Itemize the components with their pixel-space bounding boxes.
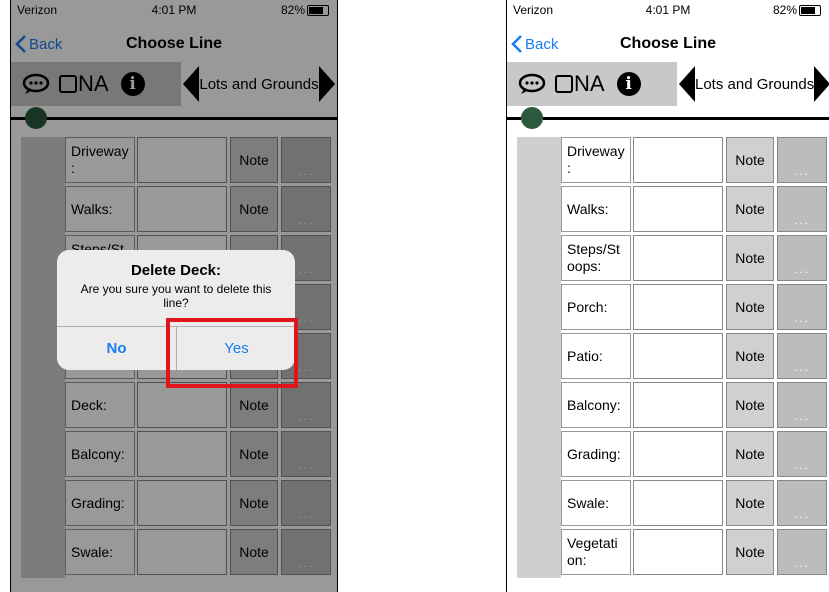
row-handle[interactable]: [517, 480, 561, 529]
note-button[interactable]: Note: [726, 529, 774, 575]
line-value-field[interactable]: [633, 382, 723, 428]
line-row: Grading: Note...: [517, 431, 829, 480]
note-button[interactable]: Note: [726, 333, 774, 379]
row-handle[interactable]: [517, 382, 561, 431]
note-button[interactable]: Note: [726, 431, 774, 477]
line-label: Porch:: [561, 284, 631, 330]
more-options-button[interactable]: ...: [777, 186, 827, 232]
line-value-field[interactable]: [633, 186, 723, 232]
progress-slider[interactable]: [507, 106, 829, 130]
more-options-button[interactable]: ...: [777, 382, 827, 428]
line-value-field[interactable]: [633, 235, 723, 281]
line-label: Driveway :: [561, 137, 631, 183]
line-row: Driveway : Note...: [517, 137, 829, 186]
line-label: Swale:: [561, 480, 631, 526]
line-value-field[interactable]: [633, 333, 723, 379]
more-label: ...: [793, 311, 810, 325]
comment-icon[interactable]: [517, 72, 547, 96]
more-label: ...: [793, 458, 810, 472]
more-label: ...: [793, 409, 810, 423]
more-options-button[interactable]: ...: [777, 137, 827, 183]
line-value-field[interactable]: [633, 431, 723, 477]
row-handle[interactable]: [517, 235, 561, 284]
line-value-field[interactable]: [633, 529, 723, 575]
no-button[interactable]: No: [57, 327, 176, 370]
more-options-button[interactable]: ...: [777, 431, 827, 477]
line-row: Porch: Note...: [517, 284, 829, 333]
line-row: Swale: Note...: [517, 480, 829, 529]
more-options-button[interactable]: ...: [777, 235, 827, 281]
more-options-button[interactable]: ...: [777, 333, 827, 379]
note-button[interactable]: Note: [726, 382, 774, 428]
more-options-button[interactable]: ...: [777, 529, 827, 575]
section-switcher: Lots and Grounds: [677, 62, 829, 106]
na-label: NA: [574, 71, 605, 96]
line-label: Balcony:: [561, 382, 631, 428]
info-icon[interactable]: i: [616, 72, 641, 96]
more-options-button[interactable]: ...: [777, 480, 827, 526]
more-label: ...: [793, 507, 810, 521]
line-label: Vegetati on:: [561, 529, 631, 575]
line-value-field[interactable]: [633, 284, 723, 330]
note-button[interactable]: Note: [726, 284, 774, 330]
row-handle[interactable]: [517, 431, 561, 480]
more-label: ...: [793, 556, 810, 570]
note-button[interactable]: Note: [726, 235, 774, 281]
page-title: Choose Line: [619, 35, 716, 52]
phone-screen-right: Verizon 4:01 PM 82% Back Choose Line NA …: [506, 0, 829, 592]
more-label: ...: [793, 164, 810, 178]
row-handle[interactable]: [517, 333, 561, 382]
line-value-field[interactable]: [633, 137, 723, 183]
battery-percent: 82%: [772, 3, 797, 17]
more-options-button[interactable]: ...: [777, 284, 827, 330]
line-row: Steps/St oops: Note...: [517, 235, 829, 284]
toolbar-actions: NA i: [507, 62, 677, 106]
note-button[interactable]: Note: [726, 480, 774, 526]
slider-track: [507, 117, 829, 120]
row-handle[interactable]: [517, 186, 561, 235]
line-row: Patio: Note...: [517, 333, 829, 382]
status-bar: Verizon 4:01 PM 82%: [507, 0, 829, 20]
note-button[interactable]: Note: [726, 186, 774, 232]
line-row: Balcony: Note...: [517, 382, 829, 431]
battery-icon: [799, 5, 821, 17]
yes-button-highlight: [166, 318, 298, 388]
battery-indicator: 82%: [773, 3, 821, 17]
line-row: Vegetati on: Note...: [517, 529, 829, 578]
more-label: ...: [793, 262, 810, 276]
row-handle[interactable]: [517, 529, 561, 578]
note-button[interactable]: Note: [726, 137, 774, 183]
dialog-message: Are you sure you want to delete this lin…: [80, 282, 272, 310]
dialog-title: Delete Deck:: [130, 262, 222, 279]
slider-thumb[interactable]: [521, 107, 543, 129]
line-value-field[interactable]: [633, 480, 723, 526]
row-handle[interactable]: [517, 284, 561, 333]
navigation-bar: Back Choose Line: [507, 26, 829, 60]
previous-section-icon[interactable]: [679, 66, 695, 102]
more-label: ...: [793, 360, 810, 374]
line-row: Walks: Note...: [517, 186, 829, 235]
row-handle[interactable]: [517, 137, 561, 186]
more-label: ...: [793, 213, 810, 227]
phone-screen-left: Verizon 4:01 PM 82% Back Choose Line NA …: [10, 0, 338, 592]
line-label: Grading:: [561, 431, 631, 477]
next-section-icon[interactable]: [814, 66, 829, 102]
line-label: Steps/St oops:: [561, 235, 631, 281]
section-name: Lots and Grounds: [695, 75, 815, 93]
line-label: Walks:: [561, 186, 631, 232]
toolbar: NA i Lots and Grounds: [507, 62, 829, 106]
na-checkbox[interactable]: [555, 75, 573, 93]
line-label: Patio:: [561, 333, 631, 379]
